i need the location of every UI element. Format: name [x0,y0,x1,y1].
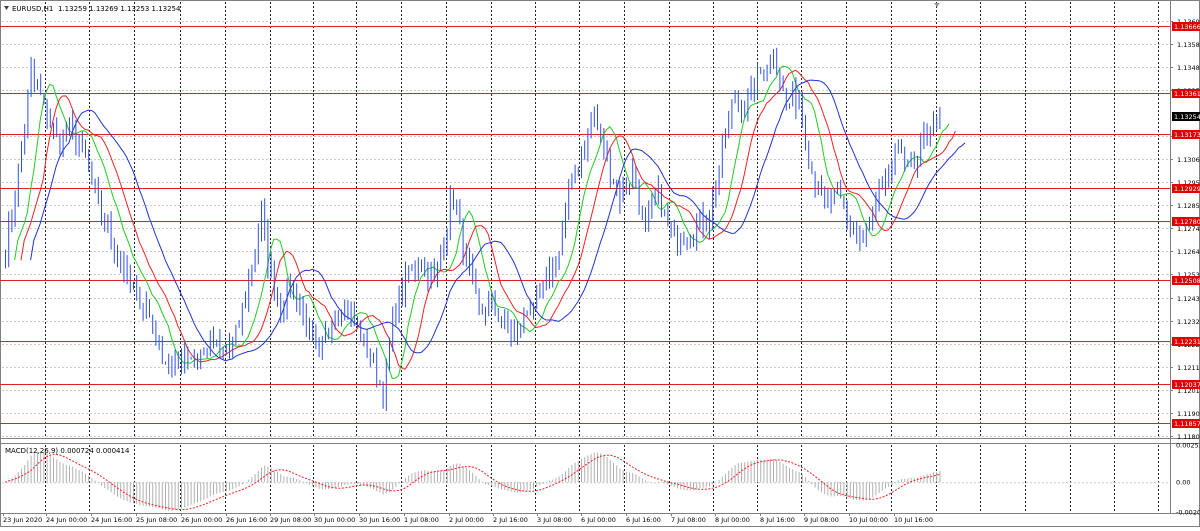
macd-tick-label: 0.00 [1176,479,1190,487]
level-price-tag-label: 1.13173 [1174,131,1200,139]
price-tick-label: 1.13060 [1177,156,1200,164]
time-axis-label: 2 Jul 00:00 [449,516,484,524]
price-tick-label: 1.12430 [1177,295,1200,303]
symbol-title: EURUSD,H1 [12,5,53,13]
price-tick-label: 1.12640 [1177,248,1200,256]
time-axis-label: 26 Jun 16:00 [226,516,267,524]
time-axis-label: 7 Jul 08:00 [671,516,706,524]
level-price-tag-label: 1.12508 [1174,277,1200,285]
level-price-tag-label: 1.12037 [1174,381,1200,389]
level-price-tag-label: 1.12231 [1174,338,1200,346]
time-axis-label: 30 Jun 16:00 [359,516,400,524]
time-axis-label: 6 Jul 00:00 [581,516,616,524]
macd-tick-label: 0.002534 [1176,442,1200,450]
macd-tick-label: -0.00203 [1176,509,1200,517]
level-price-tag-label: 1.11857 [1174,420,1200,428]
time-axis-label: 25 Jun 08:00 [136,516,177,524]
price-tick-label: 1.11905 [1177,410,1200,418]
price-tick-label: 1.13585 [1177,41,1200,49]
time-axis-label: 29 Jun 08:00 [270,516,311,524]
time-axis-label: 10 Jul 00:00 [849,516,888,524]
time-axis-label: 8 Jul 16:00 [760,516,795,524]
price-tick-label: 1.11800 [1177,433,1200,441]
level-price-tag-label: 1.12929 [1174,185,1200,193]
time-axis-label: 10 Jul 16:00 [894,516,933,524]
level-price-tag-label: 1.13361 [1174,90,1200,98]
time-axis-label: 3 Jul 08:00 [537,516,572,524]
price-tick-label: 1.13480 [1177,64,1200,72]
ohlc-readout: 1.13259 1.13269 1.13253 1.13254 [58,5,181,13]
time-axis-label: 24 Jun 16:00 [91,516,132,524]
time-axis-label: 30 Jun 00:00 [314,516,355,524]
symbol-header: EURUSD,H1 1.13259 1.13269 1.13253 1.1325… [4,5,181,13]
time-axis-label: 26 Jun 00:00 [181,516,222,524]
chart-window[interactable]: 1.136901.135851.134801.133751.131651.130… [0,0,1200,527]
macd-label: MACD(12,26,9) 0.000724 0.000414 [5,447,130,455]
price-tick-label: 1.12745 [1177,225,1200,233]
price-tick-label: 1.12850 [1177,202,1200,210]
time-axis-label: 8 Jul 00:00 [715,516,750,524]
time-axis-label: 2 Jul 16:00 [493,516,528,524]
price-tick-label: 1.12115 [1177,364,1200,372]
current-price-label: 1.13254 [1174,113,1200,121]
time-axis-label: 1 Jul 08:00 [404,516,439,524]
time-axis-label: 9 Jul 08:00 [804,516,839,524]
price-tick-label: 1.12325 [1177,318,1200,326]
time-axis-label: 6 Jul 16:00 [626,516,661,524]
time-axis-label: 24 Jun 00:00 [46,516,87,524]
level-price-tag-label: 1.12780 [1174,218,1200,226]
level-price-tag-label: 1.13666 [1174,23,1200,31]
time-axis-label: 23 Jun 2020 [3,516,42,524]
